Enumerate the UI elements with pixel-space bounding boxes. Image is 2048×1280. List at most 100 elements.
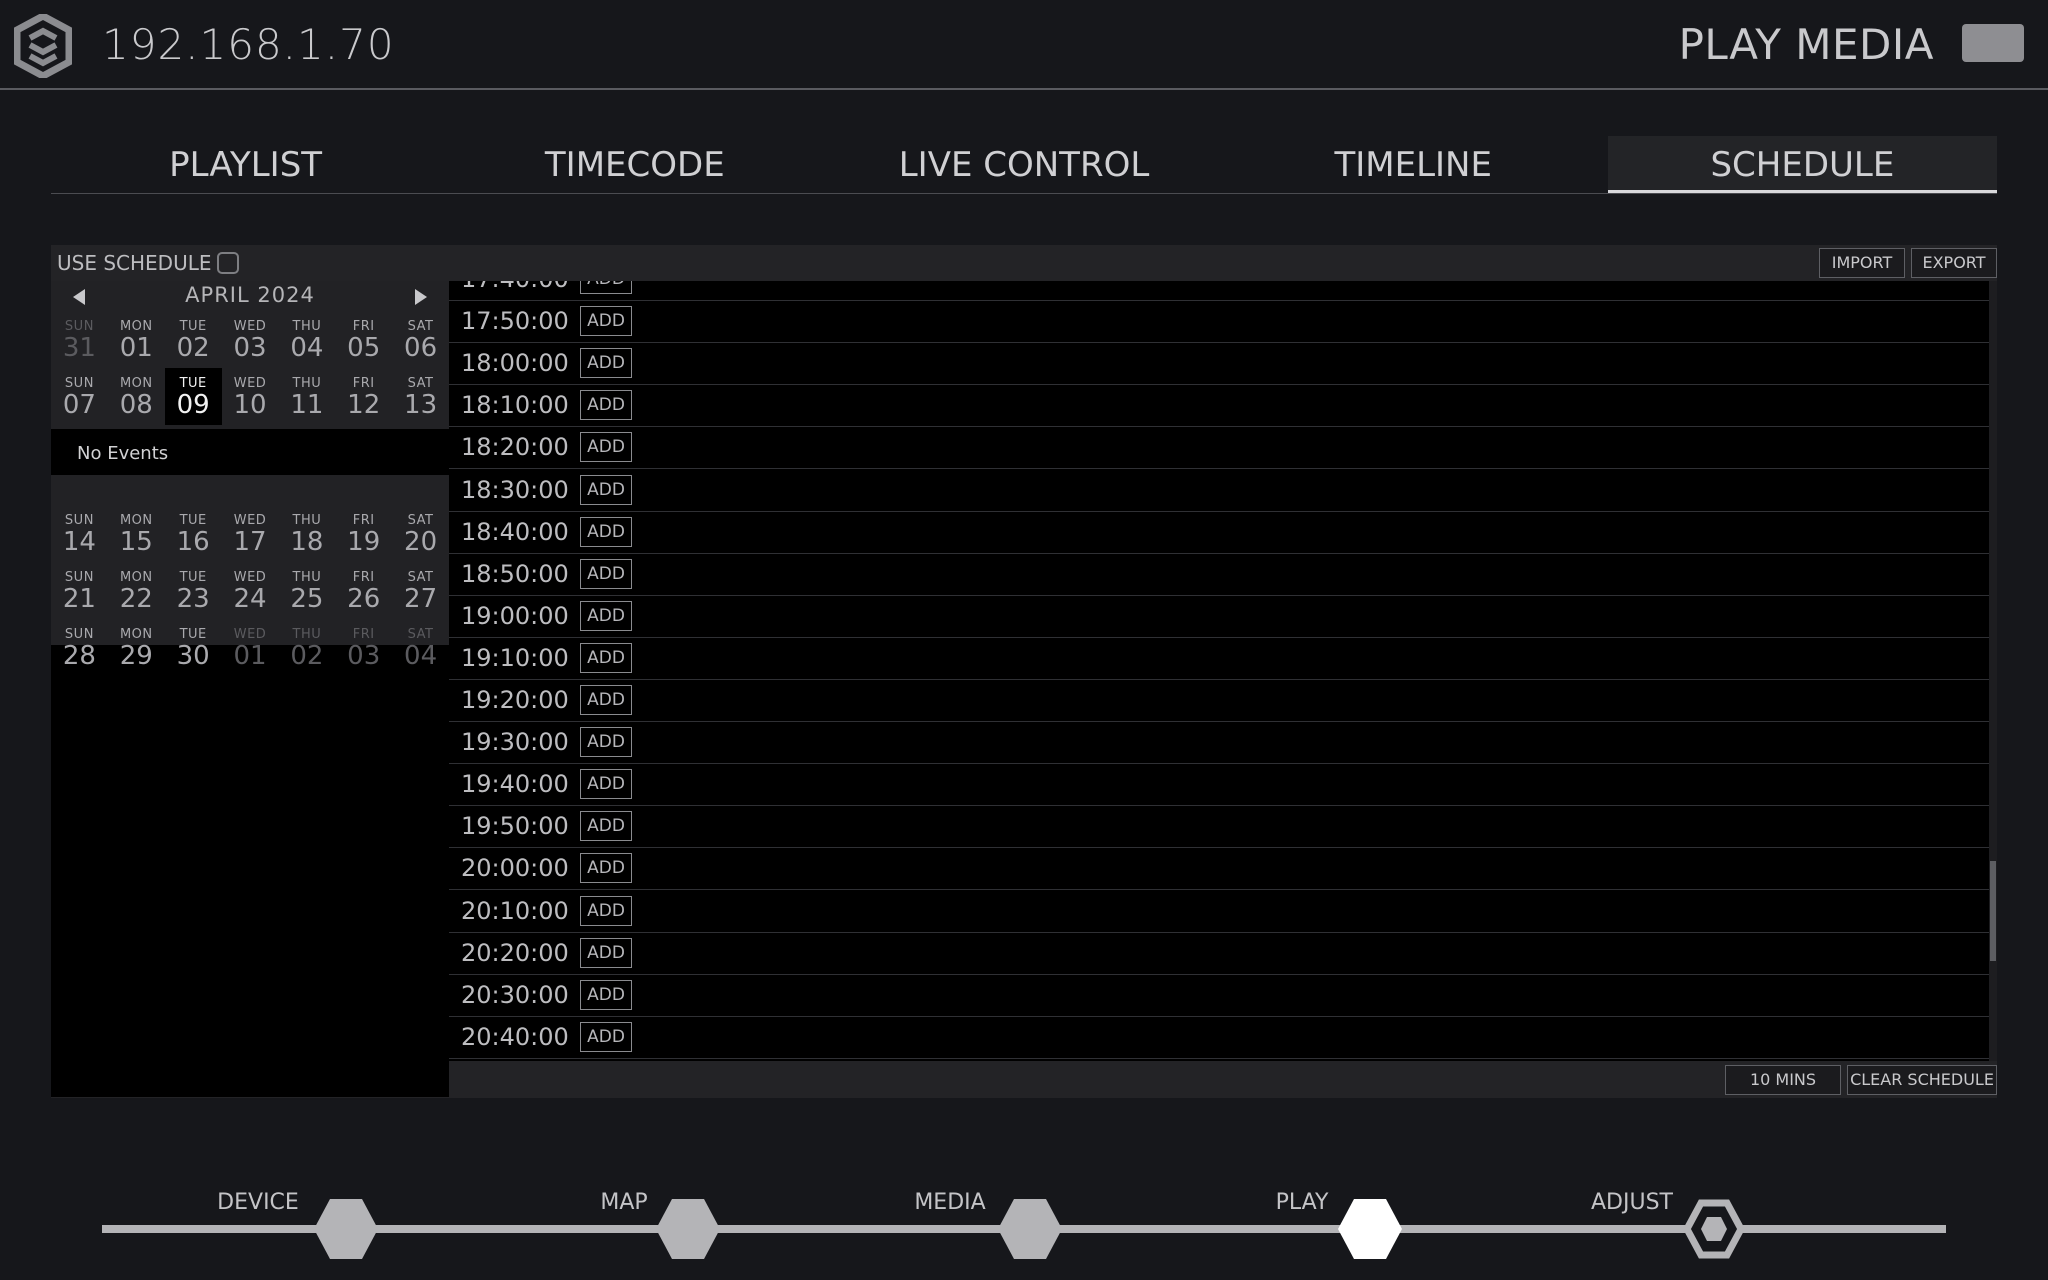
add-event-button[interactable]: ADD <box>580 306 632 337</box>
add-event-button[interactable]: ADD <box>580 979 632 1010</box>
calendar-day[interactable]: SUN 31 <box>51 311 108 368</box>
calendar-day-number: 04 <box>404 641 438 671</box>
step-adjust-hexagon-outline-icon[interactable] <box>1681 1197 1747 1261</box>
add-event-button[interactable]: ADD <box>580 727 632 758</box>
calendar-day[interactable]: FRI 03 <box>335 619 392 676</box>
schedule-slot-row: 18:10:00 ADD <box>449 385 1989 428</box>
calendar-day[interactable]: SUN 07 <box>51 368 108 425</box>
calendar-day-weekday: FRI <box>352 319 375 334</box>
step-map-hexagon-icon[interactable] <box>655 1197 721 1261</box>
calendar-day[interactable]: WED 10 <box>222 368 279 425</box>
step-label-map: MAP <box>600 1190 648 1215</box>
calendar-day[interactable]: SUN 21 <box>51 562 108 619</box>
calendar-day[interactable]: WED 24 <box>222 562 279 619</box>
calendar-day[interactable]: SAT 04 <box>392 619 449 676</box>
calendar-day[interactable]: THU 02 <box>278 619 335 676</box>
calendar-day[interactable]: SAT 20 <box>392 505 449 562</box>
add-event-button[interactable]: ADD <box>580 853 632 884</box>
calendar-day-weekday: SUN <box>64 319 94 334</box>
add-event-button[interactable]: ADD <box>580 516 632 547</box>
schedule-slot-row: 20:40:00 ADD <box>449 1017 1989 1059</box>
add-event-button[interactable]: ADD <box>580 1021 632 1052</box>
calendar-day[interactable]: THU 11 <box>278 368 335 425</box>
calendar-day-weekday: MON <box>119 627 153 642</box>
schedule-slot-row: 17:50:00 ADD <box>449 301 1989 344</box>
calendar-day[interactable]: THU 04 <box>278 311 335 368</box>
workflow-stepper: DEVICE MAP MEDIA PLAY ADJUST <box>0 1170 2048 1280</box>
add-event-button[interactable]: ADD <box>580 895 632 926</box>
calendar-day-number: 22 <box>119 584 153 614</box>
use-schedule-control[interactable]: USE SCHEDULE <box>57 251 240 275</box>
schedule-slot-row: 18:20:00 ADD <box>449 427 1989 470</box>
calendar-day-number: 04 <box>290 333 324 363</box>
calendar-day[interactable]: MON 01 <box>108 311 165 368</box>
next-month-icon[interactable] <box>415 289 427 305</box>
calendar-week: SUN 14 MON 15 TUE 16 WED 17 THU 18 FRI 19 SAT 20 <box>51 505 449 562</box>
calendar-day-number: 13 <box>404 390 438 420</box>
calendar-day[interactable]: SUN 28 <box>51 619 108 676</box>
calendar-day[interactable]: SAT 06 <box>392 311 449 368</box>
calendar-day-selected[interactable]: TUE 09 <box>164 368 222 425</box>
interval-button[interactable]: 10 MINS <box>1725 1065 1841 1095</box>
use-schedule-label: USE SCHEDULE <box>57 251 212 275</box>
calendar-day-number: 16 <box>176 527 210 557</box>
add-event-button[interactable]: ADD <box>580 432 632 463</box>
step-device-hexagon-icon[interactable] <box>313 1197 379 1261</box>
calendar-day[interactable]: FRI 19 <box>335 505 392 562</box>
add-event-button[interactable]: ADD <box>580 600 632 631</box>
calendar-day-number: 15 <box>119 527 153 557</box>
add-event-button[interactable]: ADD <box>580 937 632 968</box>
tab-live-control[interactable]: LIVE CONTROL <box>829 136 1218 193</box>
slot-time: 18:50:00 <box>461 559 569 588</box>
calendar-day[interactable]: WED 17 <box>222 505 279 562</box>
schedule-slot-row: 19:30:00 ADD <box>449 722 1989 765</box>
add-event-button[interactable]: ADD <box>580 474 632 505</box>
calendar-day[interactable]: THU 18 <box>278 505 335 562</box>
logo-icon <box>14 14 72 78</box>
slots-scrollbar[interactable] <box>1989 281 1997 1061</box>
add-event-button[interactable]: ADD <box>580 685 632 715</box>
calendar-day[interactable]: TUE 16 <box>165 505 222 562</box>
add-event-button[interactable]: ADD <box>580 769 632 800</box>
calendar-day[interactable]: WED 01 <box>222 619 279 676</box>
slot-time: 20:00:00 <box>461 854 569 883</box>
export-button[interactable]: EXPORT <box>1911 248 1997 278</box>
calendar-day[interactable]: FRI 12 <box>335 368 392 425</box>
add-event-button[interactable]: ADD <box>580 642 632 673</box>
add-event-button[interactable]: ADD <box>580 558 632 589</box>
calendar-day[interactable]: TUE 30 <box>165 619 222 676</box>
calendar-day[interactable]: TUE 02 <box>165 311 222 368</box>
calendar-day-weekday: WED <box>233 627 267 642</box>
clear-schedule-button[interactable]: CLEAR SCHEDULE <box>1847 1065 1997 1095</box>
calendar-day[interactable]: SAT 27 <box>392 562 449 619</box>
calendar-day[interactable]: WED 03 <box>222 311 279 368</box>
use-schedule-checkbox[interactable] <box>217 252 240 274</box>
calendar-day-weekday: TUE <box>179 376 207 391</box>
tab-playlist[interactable]: PLAYLIST <box>51 136 440 193</box>
add-event-button[interactable]: ADD <box>580 390 632 421</box>
step-media-hexagon-icon[interactable] <box>997 1197 1063 1261</box>
import-button[interactable]: IMPORT <box>1819 248 1905 278</box>
calendar-day[interactable]: MON 22 <box>108 562 165 619</box>
calendar-day[interactable]: FRI 26 <box>335 562 392 619</box>
calendar-day[interactable]: MON 15 <box>108 505 165 562</box>
calendar-day[interactable]: SAT 13 <box>392 368 449 425</box>
add-event-button[interactable]: ADD <box>580 348 632 379</box>
add-event-button[interactable]: ADD <box>580 281 632 294</box>
add-event-button[interactable]: ADD <box>580 811 632 842</box>
calendar-day[interactable]: THU 25 <box>278 562 335 619</box>
step-play-hexagon-icon[interactable] <box>1337 1197 1403 1261</box>
tab-timecode[interactable]: TIMECODE <box>440 136 829 193</box>
calendar-day-number: 31 <box>62 333 96 363</box>
tab-timeline[interactable]: TIMELINE <box>1219 136 1608 193</box>
scrollbar-thumb[interactable] <box>1990 861 1996 961</box>
mode-toggle-button[interactable] <box>1962 24 2024 62</box>
slot-time: 20:30:00 <box>461 980 569 1009</box>
schedule-slot-row: 20:20:00 ADD <box>449 933 1989 975</box>
calendar-day[interactable]: TUE 23 <box>165 562 222 619</box>
calendar-day[interactable]: MON 29 <box>108 619 165 676</box>
calendar-day[interactable]: FRI 05 <box>335 311 392 368</box>
calendar-day[interactable]: MON 08 <box>108 368 165 425</box>
tab-schedule[interactable]: SCHEDULE <box>1607 136 1998 193</box>
calendar-day[interactable]: SUN 14 <box>51 505 108 562</box>
